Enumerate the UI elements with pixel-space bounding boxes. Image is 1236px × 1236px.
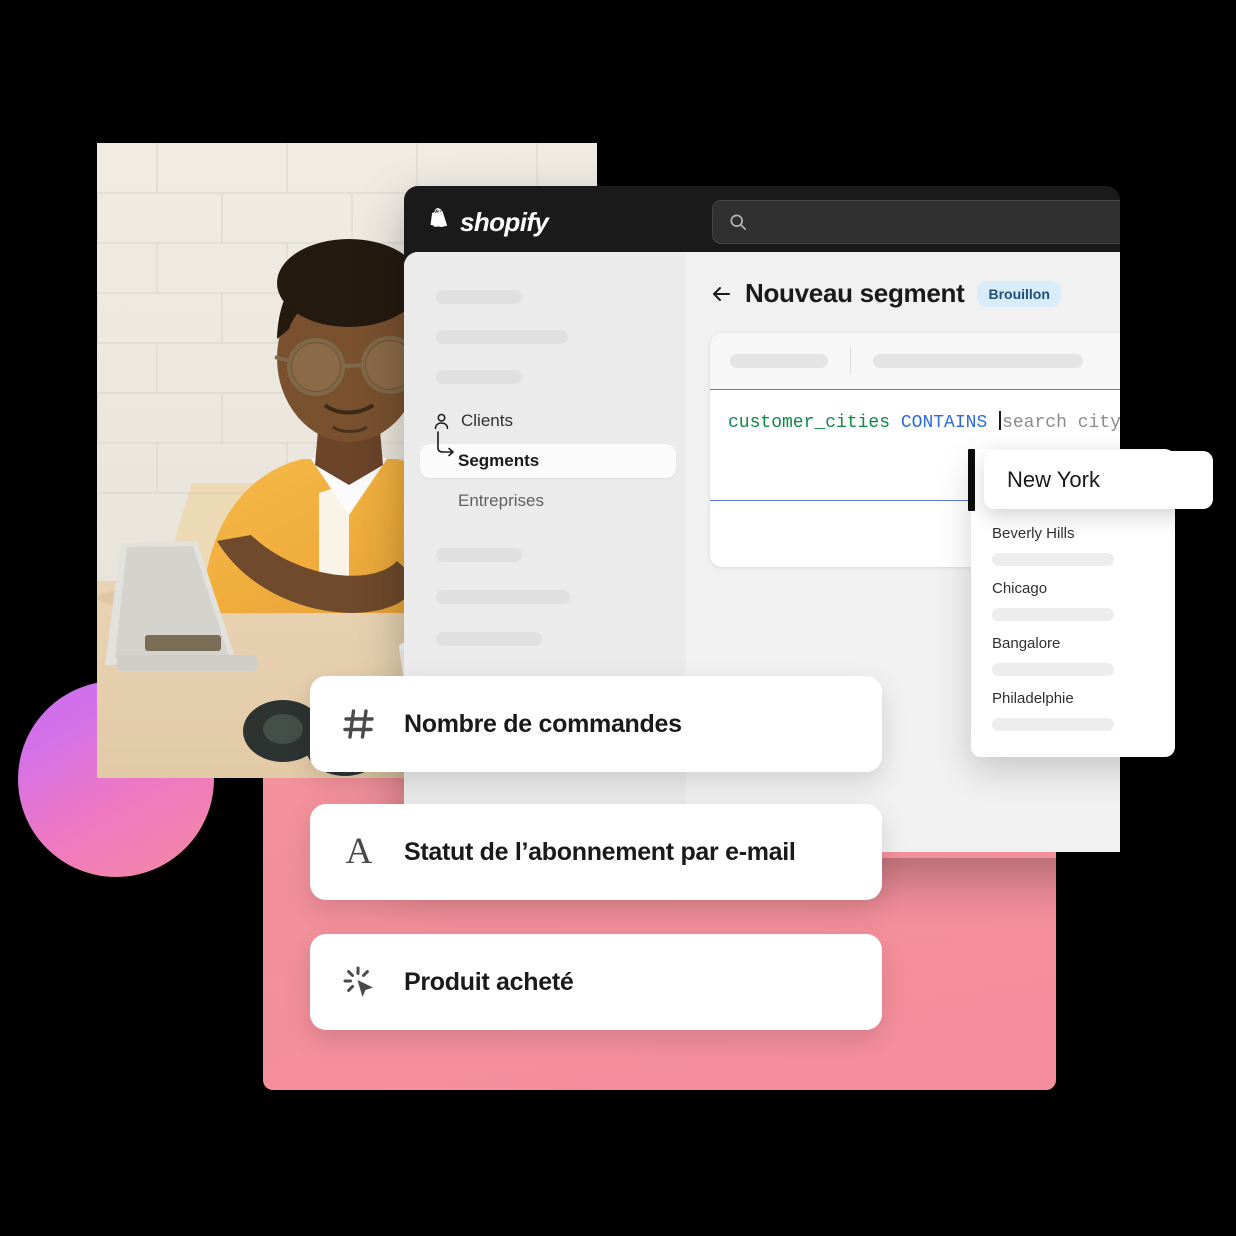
query-space2 [987,413,998,433]
sidebar-item-entreprises[interactable]: Entreprises [404,484,686,518]
composition-stage: shopify Clients Segments Entreprises Nou… [0,0,1236,1236]
sidebar-item-label: Entreprises [458,491,544,510]
query-field-token: customer_cities [728,413,891,433]
query-toolbar [710,333,1120,389]
autocomplete-option-skeleton [992,608,1114,621]
sidebar-skeleton-bar [436,590,570,604]
dropdown-caret-marker [968,449,975,511]
autocomplete-option-skeleton [992,718,1114,731]
sidebar-item-segments[interactable]: Segments [404,431,686,478]
page-header: Nouveau segment Brouillon [710,278,1120,309]
feature-card-label: Nombre de commandes [404,709,682,738]
autocomplete-option[interactable]: Beverly Hills [971,511,1175,566]
autocomplete-option-label: Bangalore [992,635,1061,652]
cursor-click-icon [343,966,373,997]
sidebar-skeleton-bar [436,632,542,646]
sidebar-skeleton-bar [436,548,522,562]
status-badge: Brouillon [977,280,1061,307]
person-icon [434,413,449,429]
sidebar-item-label: Clients [461,411,513,430]
feature-card-label: Produit acheté [404,967,574,996]
query-placeholder-token: search city [1002,413,1120,433]
sidebar-skeleton-bar [436,290,522,304]
toolbar-divider [850,347,851,375]
toolbar-skeleton-pill [730,354,828,368]
branch-arrow-icon [437,431,454,457]
autocomplete-option[interactable]: Chicago [971,566,1175,621]
autocomplete-option[interactable]: Philadelphie [971,676,1175,731]
toolbar-skeleton-pill [873,354,1083,368]
autocomplete-option-skeleton [992,663,1114,676]
page-title: Nouveau segment [745,278,965,308]
sidebar-skeleton-bar [436,330,568,344]
autocomplete-selected-option[interactable]: New York [984,451,1213,509]
autocomplete-option-label: Beverly Hills [992,525,1075,542]
query-operator-token: CONTAINS [900,413,988,433]
feature-card-product-purchased[interactable]: Produit acheté [310,934,882,1030]
sidebar-skeleton-bar [436,370,522,384]
shopify-logo[interactable]: shopify [426,207,686,238]
text-caret [999,411,1002,430]
sidebar-item-label: Segments [458,451,540,470]
query-space [890,413,901,433]
autocomplete-option[interactable]: Bangalore [971,621,1175,676]
feature-card-email-subscription[interactable]: A Statut de l’abonnement par e-mail [310,804,882,900]
shopify-bag-icon [430,207,448,227]
autocomplete-option-label: Chicago [992,580,1048,597]
hash-icon [343,709,374,739]
brand-wordmark: shopify [460,206,549,237]
autocomplete-option-skeleton [992,553,1114,566]
autocomplete-option-label: Philadelphie [992,690,1074,707]
app-topbar: shopify [404,186,1120,258]
feature-card-order-count[interactable]: Nombre de commandes [310,676,882,772]
autocomplete-dropdown: New York Beverly Hills Chicago Bangalore… [968,449,1213,757]
letter-a-icon: A [345,831,373,872]
global-search-input[interactable] [712,200,1120,244]
search-icon [730,214,747,231]
feature-card-label: Statut de l’abonnement par e-mail [404,837,796,866]
arrow-left-icon[interactable] [710,283,732,305]
